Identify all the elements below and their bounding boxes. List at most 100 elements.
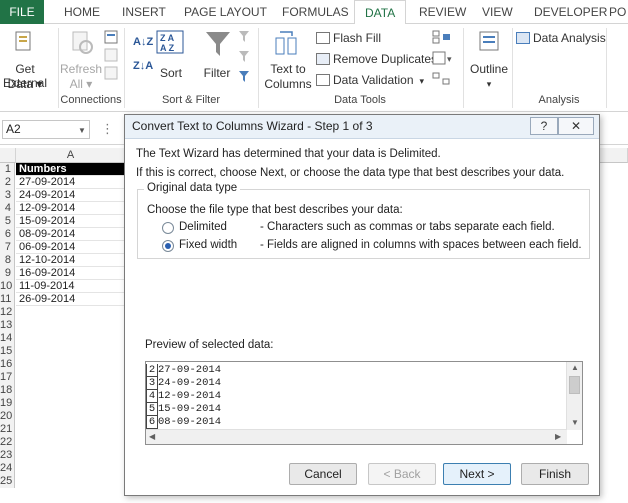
row-header[interactable]: 10 [0, 280, 15, 293]
tab-file[interactable]: FILE [0, 0, 44, 24]
data-validation-button[interactable]: Data Validation ▾ [316, 72, 424, 89]
what-if-analysis-icon[interactable]: ▾ [432, 51, 456, 65]
table-cell[interactable]: 11-09-2014 [16, 280, 125, 293]
consolidate-icon[interactable] [432, 30, 452, 44]
fixed-width-description: - Fields are aligned in columns with spa… [260, 239, 582, 251]
cell-a1-header[interactable]: Numbers [16, 163, 125, 176]
next-button[interactable]: Next > [443, 463, 511, 485]
delimited-label[interactable]: Delimited [179, 221, 227, 233]
row-header[interactable]: 18 [0, 384, 15, 397]
tab-data[interactable]: DATA [354, 0, 407, 25]
scroll-up-icon[interactable]: ▲ [571, 363, 579, 372]
sort-az-button[interactable]: A↓Z [133, 34, 153, 50]
tab-insert[interactable]: INSERT [122, 0, 166, 24]
preview-row-text: 15-09-2014 [158, 403, 222, 415]
row-header[interactable]: 24 [0, 462, 15, 475]
data-analysis-button[interactable]: Data Analysis [516, 30, 606, 46]
row-header[interactable]: 11 [0, 293, 15, 306]
row-header[interactable]: 8 [0, 254, 15, 267]
edit-links-icon[interactable] [104, 66, 118, 80]
scroll-left-icon[interactable]: ◀ [149, 432, 155, 441]
text-to-columns-line1: Text to [270, 62, 306, 76]
table-cell[interactable]: 08-09-2014 [16, 228, 125, 241]
table-cell[interactable]: 12-09-2014 [16, 202, 125, 215]
reapply-icon[interactable] [238, 50, 254, 64]
row-header[interactable]: 16 [0, 358, 15, 371]
preview-row: 3 24-09-2014 [146, 377, 221, 390]
tab-home[interactable]: HOME [64, 0, 100, 24]
text-to-columns-line2: Columns [264, 77, 312, 91]
row-header[interactable]: 25 [0, 475, 15, 488]
tab-review[interactable]: REVIEW [419, 0, 466, 24]
row-header[interactable]: 5 [0, 215, 15, 228]
tab-view[interactable]: VIEW [482, 0, 513, 24]
tab-page-layout[interactable]: PAGE LAYOUT [184, 0, 267, 24]
scroll-down-icon[interactable]: ▼ [571, 418, 579, 427]
help-button[interactable]: ? [530, 117, 558, 135]
preview-label: Preview of selected data: [145, 339, 274, 351]
delimited-description: - Characters such as commas or tabs sepa… [260, 221, 555, 233]
svg-text:A Z: A Z [160, 43, 175, 53]
row-header[interactable]: 23 [0, 449, 15, 462]
table-cell[interactable]: 15-09-2014 [16, 215, 125, 228]
cancel-button[interactable]: Cancel [289, 463, 357, 485]
clear-filter-icon[interactable] [238, 30, 254, 44]
dialog-title-bar[interactable]: Convert Text to Columns Wizard - Step 1 … [125, 115, 599, 139]
data-analysis-icon [516, 32, 530, 44]
data-preview-pane[interactable]: 2 27-09-2014 3 24-09-2014 4 12-09-2014 5 15-… [145, 361, 583, 445]
fixed-width-label[interactable]: Fixed width [179, 239, 237, 251]
chevron-down-icon[interactable]: ▼ [78, 126, 86, 135]
relationships-icon[interactable] [432, 72, 452, 86]
row-header[interactable]: 15 [0, 345, 15, 358]
flash-fill-button[interactable]: Flash Fill [316, 30, 381, 46]
fixed-width-radio[interactable] [162, 240, 174, 252]
text-to-columns-wizard-dialog: Convert Text to Columns Wizard - Step 1 … [124, 114, 600, 496]
row-header[interactable]: 20 [0, 410, 15, 423]
tab-developer[interactable]: DEVELOPER [534, 0, 607, 24]
close-button[interactable]: ✕ [558, 117, 594, 135]
outline-label: Outline [469, 62, 509, 76]
row-header[interactable]: 9 [0, 267, 15, 280]
formula-bar-grip[interactable]: ⋮ [101, 121, 114, 137]
row-header[interactable]: 14 [0, 332, 15, 345]
preview-horizontal-scrollbar[interactable]: ◀ ▶ [146, 429, 567, 444]
row-header[interactable]: 13 [0, 319, 15, 332]
row-header[interactable]: 12 [0, 306, 15, 319]
table-cell[interactable]: 24-09-2014 [16, 189, 125, 202]
table-cell[interactable]: 06-09-2014 [16, 241, 125, 254]
preview-vertical-scrollbar[interactable]: ▲ ▼ [566, 362, 582, 430]
row-header[interactable]: 7 [0, 241, 15, 254]
delimited-radio[interactable] [162, 222, 174, 234]
row-header[interactable]: 3 [0, 189, 15, 202]
select-all-corner[interactable] [0, 148, 16, 163]
row-header[interactable]: 2 [0, 176, 15, 189]
data-validation-label: Data Validation [333, 73, 414, 87]
table-cell[interactable]: 16-09-2014 [16, 267, 125, 280]
preview-row-text: 27-09-2014 [158, 364, 222, 376]
finish-button[interactable]: Finish [521, 463, 589, 485]
remove-duplicates-button[interactable]: Remove Duplicates [316, 51, 437, 67]
advanced-filter-icon[interactable] [238, 70, 254, 84]
sort-icon: Z A A Z [156, 30, 184, 54]
row-header[interactable]: 1 [0, 163, 15, 176]
row-header[interactable]: 21 [0, 423, 15, 436]
sort-za-button[interactable]: Z↓A [133, 58, 153, 74]
analysis-group-label: Analysis [538, 94, 580, 106]
back-button[interactable]: < Back [368, 463, 436, 485]
row-header[interactable]: 19 [0, 397, 15, 410]
tab-formulas[interactable]: FORMULAS [282, 0, 349, 24]
name-box[interactable]: A2 [2, 120, 90, 139]
scroll-thumb[interactable] [569, 376, 580, 394]
row-header[interactable]: 17 [0, 371, 15, 384]
connections-icon[interactable] [104, 30, 118, 44]
tab-power[interactable]: PO [609, 0, 626, 24]
row-header[interactable]: 22 [0, 436, 15, 449]
row-header[interactable]: 6 [0, 228, 15, 241]
row-header[interactable]: 4 [0, 202, 15, 215]
properties-icon[interactable] [104, 48, 118, 62]
column-header-a[interactable]: A [16, 148, 126, 163]
table-cell[interactable]: 12-10-2014 [16, 254, 125, 267]
table-cell[interactable]: 26-09-2014 [16, 293, 125, 306]
scroll-right-icon[interactable]: ▶ [555, 432, 561, 441]
table-cell[interactable]: 27-09-2014 [16, 176, 125, 189]
